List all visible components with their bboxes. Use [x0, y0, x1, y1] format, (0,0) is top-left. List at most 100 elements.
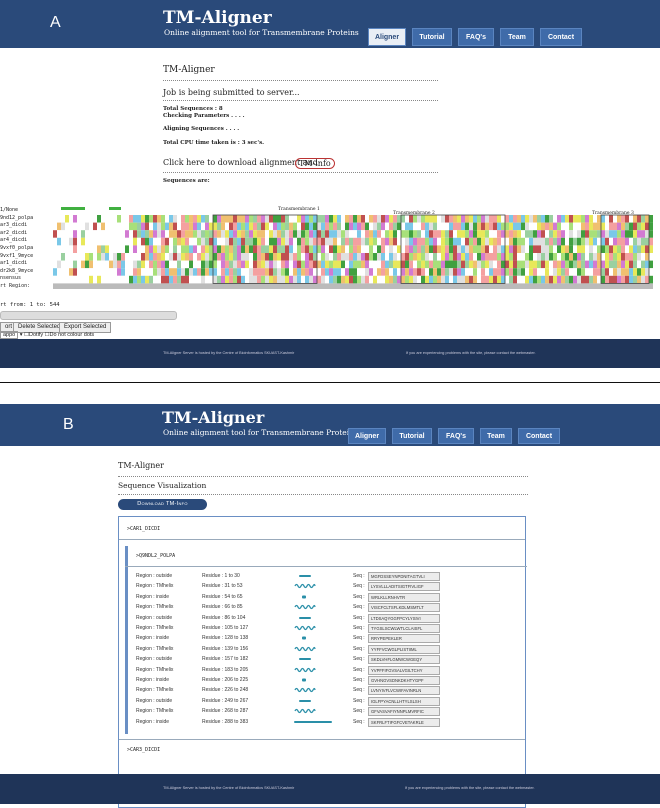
alignment-cell — [133, 268, 137, 276]
alignment-cell — [605, 268, 609, 276]
alignment-cell — [497, 245, 501, 253]
alignment-cell — [125, 260, 129, 269]
alignment-cell — [261, 268, 265, 276]
seq-name[interactable]: 9vxf0_polpa — [0, 245, 52, 253]
sequence-field[interactable]: SKFRLFTIFGFCVETAKRLE — [368, 717, 440, 727]
site-title[interactable]: TM-Aligner — [163, 8, 272, 28]
alignment-cell — [373, 245, 377, 253]
sequence-field[interactable]: IGLFPYACNLLHTYLSLSH — [368, 696, 440, 706]
sequence-field[interactable]: RRYPEPEKLER — [368, 634, 440, 644]
sequence-field[interactable]: GFVASVAFIYNNPLMVRFIC — [368, 707, 440, 717]
alignment-cell — [61, 237, 65, 246]
sequence-field[interactable]: MGFDSSEYNPDNITAGTVLI — [368, 572, 440, 581]
alignment-cell — [613, 215, 617, 223]
sequence-field[interactable]: LTDSAQYGGFPCYLYSIVI — [368, 613, 440, 623]
alignment-cell — [569, 260, 573, 269]
divider — [118, 494, 528, 495]
seq-name[interactable]: ar2_dicdi — [0, 230, 52, 238]
download-tm-info-button[interactable]: Download TM-Info — [118, 499, 207, 510]
tm-info-link[interactable]: TM-info — [295, 158, 335, 169]
seq-header[interactable]: >Q9NDL2_POLPA — [136, 553, 175, 559]
alignment-cell — [161, 253, 165, 261]
alignment-cell — [289, 215, 293, 223]
alignment-grid[interactable] — [53, 205, 658, 289]
colour-select[interactable]: appo — [0, 331, 19, 339]
seq-name[interactable]: nsensus — [0, 275, 52, 283]
alignment-cell — [237, 230, 241, 238]
nav-aligner[interactable]: Aligner — [368, 28, 406, 46]
alignment-cell — [65, 275, 69, 284]
alignment-cell — [565, 222, 569, 231]
nav-tutorial[interactable]: Tutorial — [392, 428, 432, 444]
alignment-cell — [185, 245, 189, 253]
sequence-field[interactable]: SKDLVHFLGMWCWGEQY — [368, 655, 440, 665]
seq-name[interactable]: 9nd12_polpa — [0, 215, 52, 223]
alignment-cell — [497, 253, 501, 261]
alignment-cell — [221, 230, 225, 238]
nav-contact[interactable]: Contact — [540, 28, 582, 46]
alignment-cell — [209, 275, 213, 284]
nav-tutorial[interactable]: Tutorial — [412, 28, 452, 46]
alignment-cell — [277, 275, 281, 284]
alignment-cell — [325, 253, 329, 261]
site-title[interactable]: TM-Aligner — [162, 408, 264, 427]
alignment-cell — [201, 275, 205, 284]
alignment-cell — [157, 215, 161, 223]
alignment-cell — [477, 230, 481, 238]
alignment-cell — [257, 237, 261, 246]
alignment-cell — [133, 275, 137, 284]
alignment-cell — [413, 230, 417, 238]
alignment-cell — [505, 245, 509, 253]
seq-name[interactable]: ar4_dicdi — [0, 237, 52, 245]
seq-name[interactable]: ar1_dicdi — [0, 260, 52, 268]
sequence-field[interactable]: YYFFVCWGLPLISTIIML — [368, 644, 440, 654]
seq-header[interactable]: >CAR1_DICDI — [127, 526, 160, 532]
residue-range: Residue : 54 to 65 — [202, 593, 243, 600]
alignment-cell — [285, 275, 289, 284]
sequence-field[interactable]: YVPFFIFGVSALVGILTCHY — [368, 665, 440, 675]
alignment-cell — [541, 222, 545, 231]
nav-faqs[interactable]: FAQ's — [458, 28, 494, 46]
nav-team[interactable]: Team — [480, 428, 512, 444]
range-slider[interactable] — [0, 311, 177, 320]
alignment-cell — [645, 260, 649, 269]
alignment-cell — [425, 253, 429, 261]
sequence-field[interactable]: WRLKLLRNHVTR — [368, 592, 440, 602]
alignment-cell — [521, 268, 525, 276]
alignment-cell — [141, 275, 145, 284]
region-row: Region : TMhelix Residue : 139 to 156 Seq … — [136, 644, 526, 654]
sequence-field[interactable]: LYSVLLLADITSIGTFIVLIGF — [368, 582, 440, 592]
alignment-cell — [637, 230, 641, 238]
nav-contact[interactable]: Contact — [518, 428, 560, 444]
sequence-field[interactable]: LVNYIVFLVCWIFAVINRLN — [368, 686, 440, 696]
alignment-cell — [269, 230, 273, 238]
sequence-field[interactable]: VISCFCLTSFLKDLMSMTLT — [368, 603, 440, 613]
alignment-cell — [101, 222, 105, 231]
alignment-cell — [189, 222, 193, 231]
alignment-cell — [505, 253, 509, 261]
alignment-cell — [549, 253, 553, 261]
alignment-cell — [285, 222, 289, 231]
nav-faqs[interactable]: FAQ's — [438, 428, 474, 444]
seq-name[interactable]: dr2k8_9myce — [0, 268, 52, 276]
alignment-viewer[interactable]: 1/None 9nd12_polpa ar3_dicdi ar2_dicdi a… — [0, 205, 660, 295]
alignment-cell — [373, 253, 377, 261]
alignment-cell — [297, 230, 301, 238]
seq-name[interactable]: 9vxf1_9myce — [0, 253, 52, 261]
seq-name[interactable]: 1/None — [0, 207, 52, 215]
seq-name[interactable]: ar3_dicdi — [0, 222, 52, 230]
alignment-cell — [301, 260, 305, 269]
alignment-cell — [641, 222, 645, 231]
nav-team[interactable]: Team — [500, 28, 534, 46]
seq-header[interactable]: >CAR3_DICDI — [127, 747, 160, 753]
alignment-cell — [273, 245, 277, 253]
alignment-cell — [117, 245, 121, 253]
sequence-field[interactable]: TYGSLSCWLWTLCLAISFL — [368, 624, 440, 633]
nav-aligner[interactable]: Aligner — [348, 428, 386, 444]
alignment-cell — [437, 245, 441, 253]
alignment-cell — [597, 237, 601, 246]
alignment-cell — [529, 222, 533, 231]
alignment-cell — [637, 268, 641, 276]
seq-name[interactable]: rt Region: — [0, 283, 52, 291]
sequence-field[interactable]: GVHNGVSDNKDKHTYGPF — [368, 676, 440, 685]
